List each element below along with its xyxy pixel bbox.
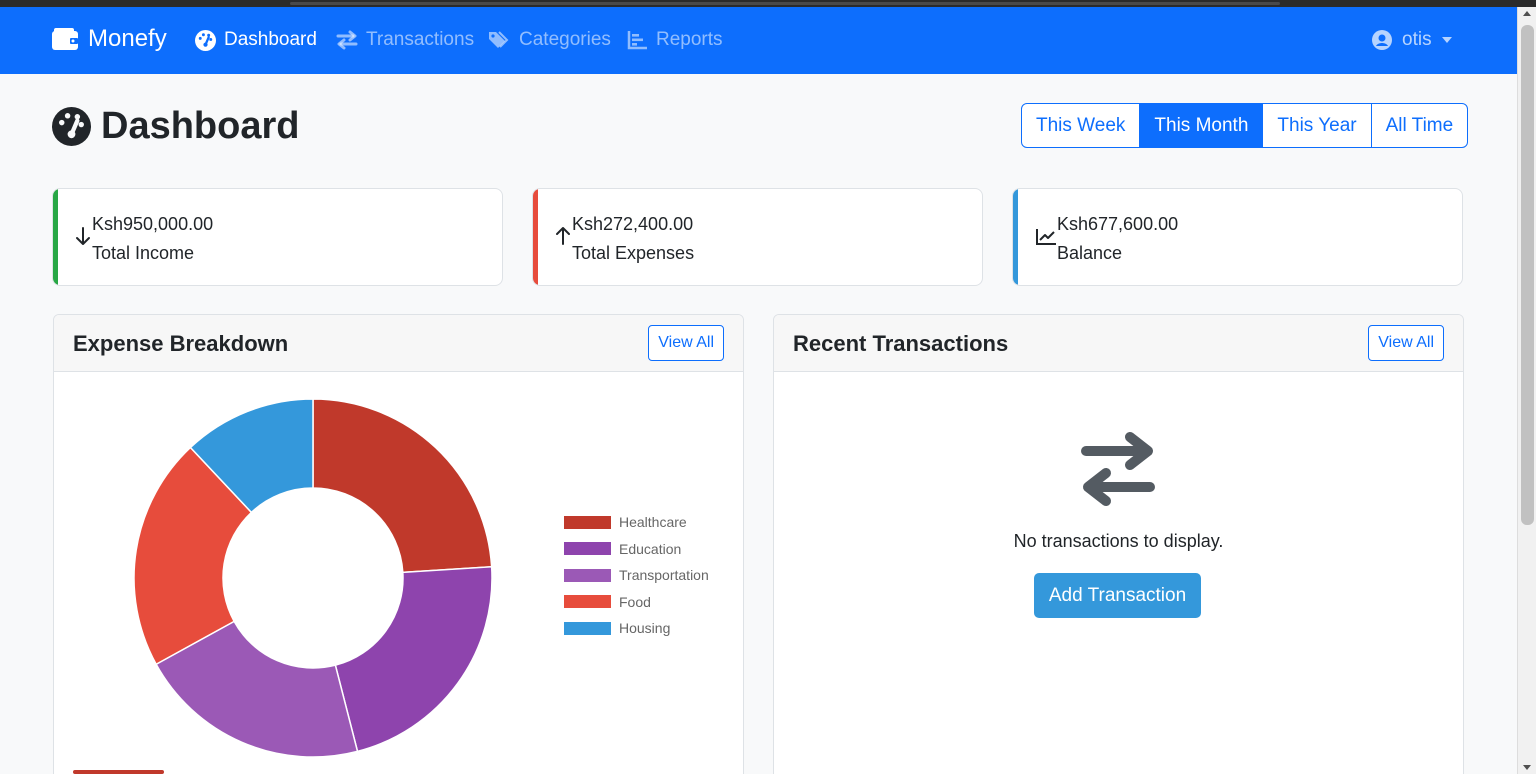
scroll-up-icon[interactable] <box>1523 11 1531 16</box>
chart-line-icon <box>1036 229 1056 245</box>
scroll-down-icon[interactable] <box>1523 765 1531 770</box>
stat-label: Total Expenses <box>572 243 695 263</box>
nav-categories[interactable]: Categories <box>488 29 611 51</box>
arrow-down-icon <box>76 227 90 245</box>
stat-label: Balance <box>1057 243 1123 263</box>
expense-breakdown-panel: Expense Breakdown View All Healthcare Edu… <box>53 314 744 774</box>
nav-transactions[interactable]: Transactions <box>336 29 474 51</box>
legend-label: Housing <box>619 620 671 637</box>
legend-swatch <box>564 621 611 635</box>
nav-categories-label: Categories <box>519 29 611 50</box>
page-title-text: Dashboard <box>101 105 300 147</box>
nav-transactions-label: Transactions <box>366 29 475 50</box>
period-this-year[interactable]: This Year <box>1262 103 1372 148</box>
recent-transactions-panel: Recent Transactions View All No transact… <box>773 314 1464 774</box>
stat-amount: Ksh677,600.00 <box>1057 214 1179 234</box>
stat-amount: Ksh950,000.00 <box>92 214 214 234</box>
stat-card-income: Ksh950,000.00 Total Income <box>52 188 503 286</box>
expense-donut-chart <box>133 398 493 758</box>
nav-reports[interactable]: Reports <box>627 29 723 51</box>
chart-legend: Healthcare Education Transportation Food Hou… <box>564 509 709 642</box>
brand-link[interactable]: Monefy <box>52 25 167 53</box>
legend-item-healthcare[interactable]: Healthcare <box>564 509 709 536</box>
nav-reports-label: Reports <box>656 29 723 50</box>
legend-swatch <box>564 542 611 556</box>
empty-state-text: No transactions to display. <box>1013 531 1224 551</box>
exchange-icon <box>1081 432 1155 506</box>
stat-accent-bar <box>53 189 58 285</box>
legend-label: Healthcare <box>619 514 687 531</box>
scrollbar-thumb[interactable] <box>1521 25 1534 525</box>
legend-item-housing[interactable]: Housing <box>564 615 709 642</box>
window-top-strip <box>0 0 1536 7</box>
legend-stub <box>73 770 164 774</box>
brand-name: Monefy <box>88 25 167 52</box>
legend-label: Food <box>619 593 651 610</box>
stat-card-balance: Ksh677,600.00 Balance <box>1012 188 1463 286</box>
legend-item-education[interactable]: Education <box>564 536 709 563</box>
panel-header: Recent Transactions View All <box>774 315 1463 372</box>
period-all-time[interactable]: All Time <box>1370 103 1469 148</box>
period-this-month[interactable]: This Month <box>1139 103 1264 148</box>
navbar: Monefy Dashboard Transactions Categories… <box>0 7 1517 74</box>
tags-icon <box>489 31 509 48</box>
period-this-week[interactable]: This Week <box>1021 103 1141 148</box>
view-all-expenses-button[interactable]: View All <box>648 325 724 361</box>
gauge-icon <box>52 107 91 146</box>
legend-swatch <box>564 515 611 529</box>
view-all-transactions-button[interactable]: View All <box>1368 325 1444 361</box>
user-circle-icon <box>1372 30 1392 50</box>
donut-slice-healthcare[interactable] <box>312 398 493 574</box>
stat-accent-bar <box>533 189 538 285</box>
legend-swatch <box>564 568 611 582</box>
legend-label: Education <box>619 540 682 557</box>
nav-dashboard-label: Dashboard <box>224 29 317 50</box>
chevron-down-icon <box>1441 37 1452 43</box>
legend-label: Transportation <box>619 567 709 584</box>
stat-accent-bar <box>1013 189 1018 285</box>
stat-label: Total Income <box>92 243 195 263</box>
donut-slice-education[interactable] <box>334 565 493 753</box>
add-transaction-button[interactable]: Add Transaction <box>1034 573 1201 618</box>
legend-swatch <box>564 595 611 609</box>
wallet-icon <box>52 28 78 50</box>
exchange-icon <box>336 30 358 50</box>
legend-item-food[interactable]: Food <box>564 589 709 616</box>
arrow-up-icon <box>556 227 570 245</box>
user-dropdown[interactable]: otis <box>1372 29 1452 51</box>
gauge-icon <box>195 29 216 51</box>
nav-dashboard[interactable]: Dashboard <box>195 29 317 51</box>
stat-amount: Ksh272,400.00 <box>572 214 694 234</box>
stat-card-expenses: Ksh272,400.00 Total Expenses <box>532 188 983 286</box>
chart-bar-icon <box>627 31 647 50</box>
panel-title: Recent Transactions <box>793 331 1009 356</box>
legend-item-transportation[interactable]: Transportation <box>564 562 709 589</box>
vertical-scrollbar[interactable] <box>1517 7 1536 774</box>
page-title: Dashboard <box>52 105 299 148</box>
page-viewport: Monefy Dashboard Transactions Categories… <box>0 7 1517 774</box>
period-selector: This Week This Month This Year All Time <box>1021 103 1469 148</box>
user-name: otis <box>1402 29 1432 50</box>
